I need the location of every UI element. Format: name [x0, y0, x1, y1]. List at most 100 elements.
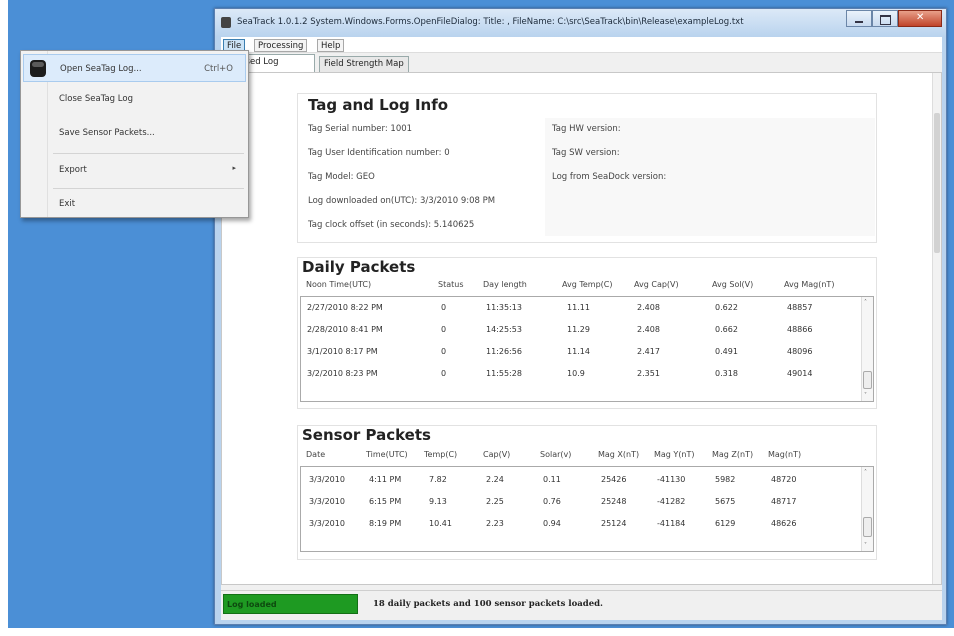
column-header[interactable]: Day length [483, 280, 527, 289]
menu-item-label: Export [59, 165, 87, 175]
table-cell: 48717 [771, 497, 797, 506]
table-cell: 11:26:56 [486, 347, 522, 356]
table-cell: 4:11 PM [369, 475, 402, 484]
table-cell: 25426 [601, 475, 627, 484]
daily-packets-section: Daily Packets Noon Time(UTC) Status Day … [297, 257, 877, 409]
tag-hw-version: Tag HW version: [552, 124, 621, 134]
table-row[interactable]: 3/1/2010 8:17 PM 0 11:26:56 11.14 2.417 … [301, 341, 873, 363]
menu-separator [53, 153, 244, 154]
tag-model: Tag Model: GEO [308, 172, 375, 182]
menu-processing[interactable]: Processing [254, 39, 308, 52]
column-header[interactable]: Mag Z(nT) [712, 450, 753, 459]
table-cell: 48866 [787, 325, 813, 334]
table-cell: 25124 [601, 519, 627, 528]
table-row[interactable]: 3/3/2010 6:15 PM 9.13 2.25 0.76 25248 -4… [301, 491, 873, 513]
table-cell: -41130 [657, 475, 686, 484]
page-scrollbar[interactable] [932, 73, 941, 584]
table-cell: 7.82 [429, 475, 447, 484]
processed-log-page: Tag and Log Info Tag Serial number: 1001… [221, 72, 942, 585]
table-cell: 0.11 [543, 475, 561, 484]
table-row[interactable]: 3/3/2010 8:19 PM 10.41 2.23 0.94 25124 -… [301, 513, 873, 535]
daily-grid-scroll-thumb[interactable] [863, 371, 872, 389]
table-row[interactable]: 2/28/2010 8:41 PM 0 14:25:53 11.29 2.408… [301, 319, 873, 341]
section-title: Tag and Log Info [308, 96, 449, 114]
column-header[interactable]: Avg Sol(V) [712, 280, 753, 289]
menu-item-label: Exit [59, 199, 76, 209]
table-cell: 3/2/2010 8:23 PM [307, 369, 378, 378]
file-menu-dropdown: Open SeaTag Log... Ctrl+O Close SeaTag L… [20, 50, 249, 218]
tag-serial-number: Tag Serial number: 1001 [308, 124, 413, 134]
column-header[interactable]: Solar(v) [540, 450, 571, 459]
table-cell: 6:15 PM [369, 497, 402, 506]
column-header[interactable]: Avg Cap(V) [634, 280, 679, 289]
scroll-up-icon[interactable]: ˄ [864, 299, 867, 306]
status-indicator-label: Log loaded [227, 600, 277, 609]
minimize-button[interactable] [846, 10, 872, 27]
table-row[interactable]: 3/3/2010 4:11 PM 7.82 2.24 0.11 25426 -4… [301, 469, 873, 491]
table-cell: 11.29 [567, 325, 590, 334]
tab-field-strength-map[interactable]: Field Strength Map [319, 56, 409, 72]
tag-user-id: Tag User Identification number: 0 [308, 148, 450, 158]
table-cell: 48626 [771, 519, 797, 528]
main-window: SeaTrack 1.0.1.2 System.Windows.Forms.Op… [214, 8, 947, 625]
daily-packets-grid[interactable]: 2/27/2010 8:22 PM 0 11:35:13 11.11 2.408… [300, 296, 874, 402]
menu-item-exit[interactable]: Exit [23, 190, 246, 218]
table-cell: -41184 [657, 519, 686, 528]
table-cell: 0.94 [543, 519, 561, 528]
table-cell: 3/3/2010 [309, 519, 345, 528]
table-cell: 2.408 [637, 303, 660, 312]
daily-grid-scrollbar[interactable]: ˄ ˅ [861, 297, 873, 401]
table-cell: 49014 [787, 369, 813, 378]
column-header[interactable]: Status [438, 280, 464, 289]
sensor-packets-grid[interactable]: 3/3/2010 4:11 PM 7.82 2.24 0.11 25426 -4… [300, 466, 874, 552]
column-header[interactable]: Mag(nT) [768, 450, 801, 459]
table-cell: 0 [441, 369, 447, 378]
column-header[interactable]: Avg Temp(C) [562, 280, 613, 289]
table-cell: 0.76 [543, 497, 561, 506]
table-cell: 48096 [787, 347, 813, 356]
status-bar: Log loaded 18 daily packets and 100 sens… [221, 590, 942, 620]
column-header[interactable]: Cap(V) [483, 450, 510, 459]
menu-help[interactable]: Help [317, 39, 345, 52]
table-cell: 10.9 [567, 369, 585, 378]
table-cell: 5675 [715, 497, 736, 506]
scroll-down-icon[interactable]: ˅ [864, 392, 867, 399]
table-cell: 8:19 PM [369, 519, 402, 528]
table-cell: 48720 [771, 475, 797, 484]
tag-clock-offset: Tag clock offset (in seconds): 5.140625 [308, 220, 475, 230]
table-cell: 2.417 [637, 347, 660, 356]
table-row[interactable]: 2/27/2010 8:22 PM 0 11:35:13 11.11 2.408… [301, 297, 873, 319]
table-cell: 0.491 [715, 347, 738, 356]
seadock-version: Log from SeaDock version: [552, 172, 667, 182]
sensor-grid-scrollbar[interactable]: ˄ ˅ [861, 467, 873, 551]
column-header[interactable]: Noon Time(UTC) [306, 280, 371, 289]
menu-item-export[interactable]: Export ▸ [23, 156, 246, 184]
scroll-down-icon[interactable]: ˅ [864, 542, 867, 549]
scroll-up-icon[interactable]: ˄ [864, 469, 867, 476]
table-cell: 0 [441, 347, 447, 356]
maximize-button[interactable] [872, 10, 898, 27]
close-button[interactable] [898, 10, 942, 27]
section-title: Daily Packets [302, 258, 416, 276]
table-cell: 14:25:53 [486, 325, 522, 334]
column-header[interactable]: Time(UTC) [366, 450, 408, 459]
table-cell: 0 [441, 303, 447, 312]
column-header[interactable]: Date [306, 450, 325, 459]
column-header[interactable]: Mag X(nT) [598, 450, 639, 459]
column-header[interactable]: Mag Y(nT) [654, 450, 695, 459]
table-cell: 2.24 [486, 475, 504, 484]
column-header[interactable]: Temp(C) [424, 450, 457, 459]
table-cell: 2.25 [486, 497, 504, 506]
table-row[interactable]: 3/2/2010 8:23 PM 0 11:55:28 10.9 2.351 0… [301, 363, 873, 385]
page-scrollbar-thumb[interactable] [934, 113, 940, 253]
sensor-grid-scroll-thumb[interactable] [863, 517, 872, 537]
table-cell: 2.408 [637, 325, 660, 334]
menu-item-open-seatag-log[interactable]: Open SeaTag Log... Ctrl+O [23, 54, 246, 82]
tag-log-info-section: Tag and Log Info Tag Serial number: 1001… [297, 93, 877, 243]
menu-item-close-seatag-log[interactable]: Close SeaTag Log [23, 85, 246, 113]
section-title: Sensor Packets [302, 426, 431, 444]
column-header[interactable]: Avg Mag(nT) [784, 280, 834, 289]
title-bar[interactable]: SeaTrack 1.0.1.2 System.Windows.Forms.Op… [215, 9, 946, 37]
menu-item-save-sensor-packets[interactable]: Save Sensor Packets... [23, 119, 246, 147]
status-indicator: Log loaded [223, 594, 358, 614]
